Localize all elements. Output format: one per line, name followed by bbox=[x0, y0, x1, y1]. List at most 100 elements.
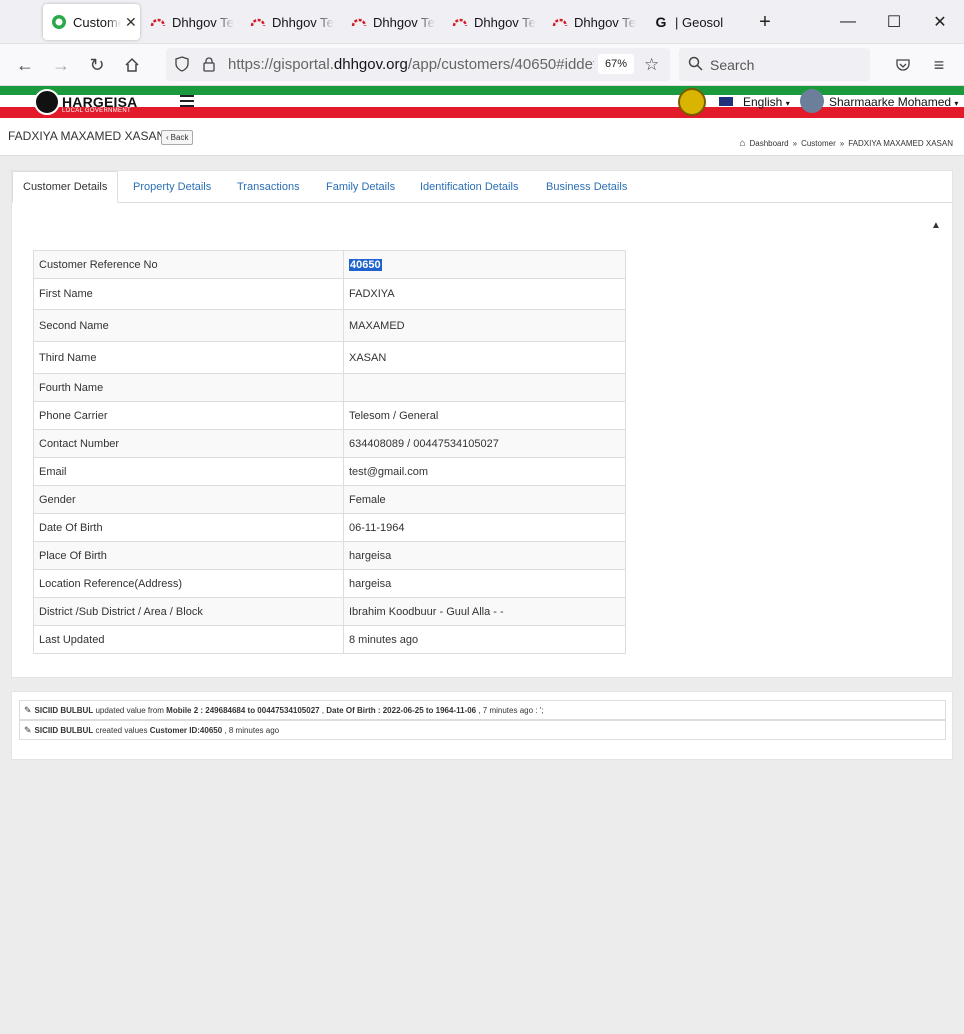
table-row: Place Of Birth hargeisa bbox=[33, 541, 626, 570]
search-icon bbox=[688, 56, 703, 76]
tab-label: Customer bbox=[73, 14, 121, 30]
app-favicon-icon bbox=[51, 14, 67, 30]
field-label: Customer Reference No bbox=[33, 250, 344, 279]
forward-arrow-icon[interactable]: → bbox=[49, 53, 73, 77]
browser-tab-dhhgov-4[interactable]: Dhhgov Te bbox=[452, 4, 542, 40]
log-entry: ✎ SICIID BULBUL created values Customer … bbox=[19, 720, 946, 740]
shield-icon[interactable] bbox=[174, 56, 190, 77]
field-label: District /Sub District / Area / Block bbox=[33, 597, 344, 626]
table-row: Last Updated 8 minutes ago bbox=[33, 625, 626, 654]
log-action: created values bbox=[93, 725, 150, 735]
field-label: Third Name bbox=[33, 341, 344, 374]
table-row: Date Of Birth 06-11-1964 bbox=[33, 513, 626, 542]
field-value: FADXIYA bbox=[343, 278, 626, 310]
field-label: Contact Number bbox=[33, 429, 344, 458]
tab-family-details[interactable]: Family Details bbox=[326, 171, 395, 203]
browser-nav-bar: ← → ↻ https://gisportal.dhhgov.org/app/c… bbox=[0, 44, 964, 86]
breadcrumb-customer[interactable]: Customer bbox=[801, 139, 836, 148]
url-text[interactable]: https://gisportal.dhhgov.org/app/custome… bbox=[228, 56, 594, 73]
detail-tabs: Customer Details Property Details Transa… bbox=[12, 171, 952, 203]
page-title-bar: FADXIYA MAXAMED XASAN ‹ Back ⌂ Dashboard … bbox=[0, 118, 964, 156]
pocket-icon[interactable] bbox=[891, 53, 915, 77]
log-time: , 7 minutes ago : '; bbox=[476, 705, 544, 715]
hargeisa-logo-icon[interactable] bbox=[34, 89, 60, 115]
table-row: Location Reference(Address) hargeisa bbox=[33, 569, 626, 598]
government-emblem-icon bbox=[678, 88, 706, 116]
log-change: Customer ID:40650 bbox=[149, 725, 223, 735]
user-menu[interactable]: Sharmaarke Mohamed ▾ bbox=[829, 95, 958, 109]
zoom-level-badge[interactable]: 67% bbox=[598, 54, 634, 74]
table-row: First Name FADXIYA bbox=[33, 278, 626, 310]
table-row: Contact Number 634408089 / 00447534105027 bbox=[33, 429, 626, 458]
back-button[interactable]: ‹ Back bbox=[161, 130, 194, 145]
new-tab-icon[interactable]: + bbox=[750, 10, 780, 34]
close-window-icon[interactable]: ✕ bbox=[925, 10, 955, 34]
field-value: hargeisa bbox=[343, 541, 626, 570]
edit-icon: ✎ bbox=[24, 704, 32, 715]
logo-subtitle: LOCAL GOVERNMENT bbox=[62, 108, 131, 114]
field-value: test@gmail.com bbox=[343, 457, 626, 486]
back-arrow-icon[interactable]: ← bbox=[13, 53, 37, 77]
customer-details-table: Customer Reference No 40650 First Name FAD… bbox=[33, 250, 626, 654]
field-value: Ibrahim Koodbuur - Guul Alla - - bbox=[343, 597, 626, 626]
user-avatar[interactable] bbox=[800, 89, 824, 113]
table-row: Phone Carrier Telesom / General bbox=[33, 401, 626, 430]
browser-tab-bar: Customer ✕ Dhhgov Te Dhhgov Te Dhhgov Te… bbox=[0, 0, 964, 44]
field-label: Gender bbox=[33, 485, 344, 514]
field-label: Location Reference(Address) bbox=[33, 569, 344, 598]
close-tab-icon[interactable]: ✕ bbox=[125, 14, 137, 31]
url-bar[interactable]: https://gisportal.dhhgov.org/app/custome… bbox=[166, 48, 670, 81]
tab-customer-details[interactable]: Customer Details bbox=[12, 171, 119, 203]
language-selector[interactable]: English ▾ bbox=[743, 95, 790, 109]
caret-down-icon: ▾ bbox=[954, 99, 959, 108]
browser-tab-dhhgov-3[interactable]: Dhhgov Te bbox=[351, 4, 441, 40]
dhhgov-favicon-icon bbox=[351, 14, 367, 30]
customer-ref-value[interactable]: 40650 bbox=[349, 258, 382, 271]
tab-transactions[interactable]: Transactions bbox=[237, 171, 300, 203]
log-entry: ✎ SICIID BULBUL updated value from Mobil… bbox=[19, 700, 946, 720]
chevron-left-icon: ‹ bbox=[166, 133, 169, 142]
minimize-icon[interactable]: — bbox=[833, 10, 863, 34]
breadcrumb-current: FADXIYA MAXAMED XASAN bbox=[848, 139, 953, 148]
bookmark-star-icon[interactable]: ☆ bbox=[644, 55, 659, 75]
field-value: XASAN bbox=[343, 341, 626, 374]
lock-icon[interactable] bbox=[202, 56, 216, 77]
table-row: Gender Female bbox=[33, 485, 626, 514]
browser-tab-customer[interactable]: Customer ✕ bbox=[43, 4, 140, 40]
uk-flag-icon[interactable] bbox=[719, 97, 733, 106]
table-row: Second Name MAXAMED bbox=[33, 309, 626, 342]
browser-tab-dhhgov-5[interactable]: Dhhgov Te bbox=[552, 4, 642, 40]
table-row: District /Sub District / Area / Block Ibr… bbox=[33, 597, 626, 626]
chevron-up-icon[interactable]: ▲ bbox=[931, 220, 941, 231]
tab-label: Dhhgov Te bbox=[172, 14, 234, 30]
menu-icon[interactable]: ≡ bbox=[927, 53, 951, 77]
field-label: Fourth Name bbox=[33, 373, 344, 402]
field-value: 8 minutes ago bbox=[343, 625, 626, 654]
field-value: hargeisa bbox=[343, 569, 626, 598]
breadcrumb-separator: » bbox=[792, 139, 798, 148]
search-bar[interactable]: Search bbox=[679, 48, 870, 81]
back-label: Back bbox=[170, 133, 189, 142]
field-value bbox=[343, 373, 626, 402]
tab-label: Dhhgov Te bbox=[373, 14, 435, 30]
table-row: Fourth Name bbox=[33, 373, 626, 402]
tab-property-details[interactable]: Property Details bbox=[133, 171, 211, 203]
geosol-favicon-icon: G bbox=[655, 14, 667, 30]
log-user: SICIID BULBUL bbox=[34, 725, 94, 735]
dhhgov-favicon-icon bbox=[552, 14, 568, 30]
field-value: 40650 bbox=[343, 250, 626, 279]
home-icon[interactable] bbox=[120, 53, 144, 77]
hamburger-menu-icon[interactable] bbox=[180, 95, 194, 107]
browser-tab-dhhgov-2[interactable]: Dhhgov Te bbox=[250, 4, 340, 40]
app-header: HARGEISA LOCAL GOVERNMENT English ▾ Shar… bbox=[0, 86, 964, 118]
reload-icon[interactable]: ↻ bbox=[85, 53, 109, 77]
browser-tab-dhhgov-1[interactable]: Dhhgov Te bbox=[150, 4, 240, 40]
log-change: Date Of Birth : 2022-06-25 to 1964-11-06 bbox=[326, 705, 477, 715]
tab-identification-details[interactable]: Identification Details bbox=[420, 171, 518, 203]
maximize-icon[interactable]: ☐ bbox=[879, 10, 909, 34]
home-icon: ⌂ bbox=[739, 138, 746, 149]
browser-tab-geosol[interactable]: G | Geosol bbox=[653, 4, 743, 40]
url-prefix: https://gisportal. bbox=[228, 56, 334, 73]
tab-business-details[interactable]: Business Details bbox=[546, 171, 627, 203]
breadcrumb-dashboard[interactable]: Dashboard bbox=[749, 139, 788, 148]
